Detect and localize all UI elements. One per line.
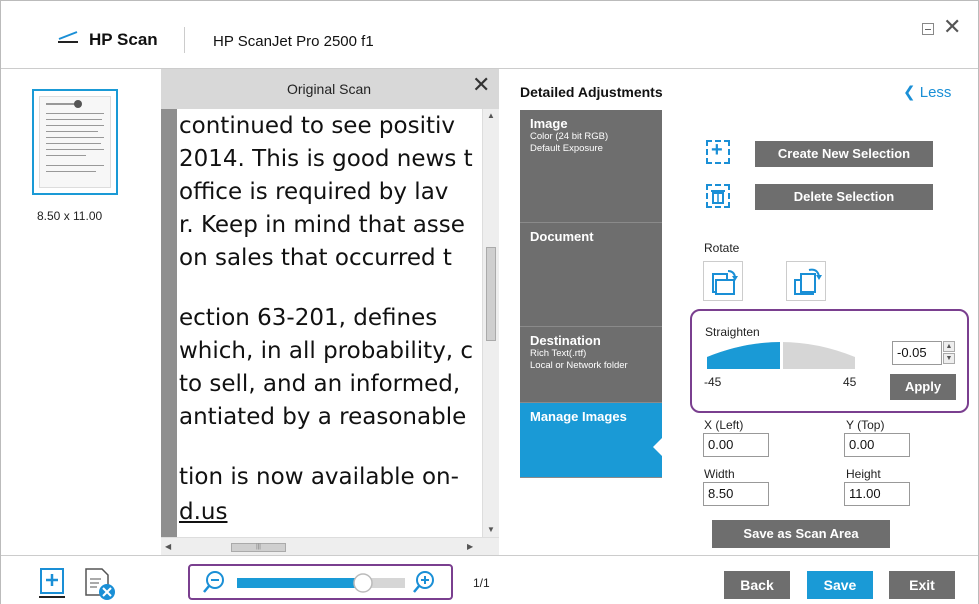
tab-image-exposure: Default Exposure (530, 143, 603, 154)
tab-image[interactable]: Image Color (24 bit RGB) Default Exposur… (520, 110, 662, 223)
scan-pane-header: Original Scan ✕ (161, 69, 499, 109)
tab-destination-location: Local or Network folder (530, 360, 628, 371)
horizontal-scroll-thumb[interactable]: ||| (231, 543, 286, 552)
tab-destination-title: Destination (530, 333, 601, 348)
delete-page-icon (85, 568, 115, 600)
save-button[interactable]: Save (807, 571, 873, 599)
straighten-value-input[interactable]: -0.05 (892, 341, 942, 365)
minimize-button[interactable] (922, 23, 934, 35)
horizontal-scrollbar[interactable]: ◀ ||| ▶ (161, 537, 499, 555)
add-page-button[interactable] (39, 567, 67, 604)
scroll-grip: ||| (256, 544, 261, 550)
straighten-increment-button[interactable]: ▲ (943, 341, 955, 352)
y-top-input[interactable]: 0.00 (844, 433, 910, 457)
scan-text-line: 2014. This is good news t (179, 146, 473, 172)
zoom-out-button[interactable] (201, 569, 227, 600)
tab-document-title: Document (530, 229, 594, 244)
save-as-scan-area-button[interactable]: Save as Scan Area (712, 520, 890, 548)
exit-button[interactable]: Exit (889, 571, 955, 599)
close-window-button[interactable]: ✕ (943, 15, 961, 39)
scan-text-line: continued to see positiv (179, 113, 455, 139)
close-preview-button[interactable]: ✕ (472, 74, 490, 96)
scan-text-line: to sell, and an informed, (179, 371, 461, 397)
less-link[interactable]: ❮ Less (903, 83, 951, 101)
width-label: Width (704, 467, 735, 481)
straighten-min-label: -45 (704, 375, 722, 389)
tab-destination-format: Rich Text(.rtf) (530, 348, 587, 359)
trash-icon (711, 190, 725, 204)
scan-text-line: which, in all probability, c (179, 338, 474, 364)
device-name: HP ScanJet Pro 2500 f1 (213, 33, 374, 50)
height-label: Height (846, 467, 881, 481)
tab-document[interactable]: Document (520, 223, 662, 327)
less-label: Less (919, 84, 952, 101)
tab-manage-images[interactable]: Manage Images (520, 403, 663, 478)
y-top-label: Y (Top) (846, 418, 885, 432)
delete-selection-button[interactable]: Delete Selection (755, 184, 933, 210)
straighten-max-label: 45 (843, 375, 857, 389)
scan-text-line: on sales that occurred t (179, 245, 452, 271)
zoom-in-button[interactable] (411, 569, 437, 600)
scan-text-line: antiated by a reasonable (179, 404, 467, 430)
straighten-handle[interactable] (780, 339, 783, 371)
zoom-knob[interactable] (353, 573, 373, 593)
straighten-decrement-button[interactable]: ▼ (943, 353, 955, 364)
chevron-left-icon: ❮ (903, 84, 916, 101)
straighten-slider[interactable] (707, 339, 855, 371)
tab-manage-images-title: Manage Images (530, 409, 627, 424)
scan-text-line: d.us (179, 499, 228, 525)
zoom-out-icon (203, 571, 224, 593)
tab-image-color-mode: Color (24 bit RGB) (530, 131, 609, 142)
rotate-left-icon (712, 270, 738, 295)
straighten-label: Straighten (705, 325, 760, 339)
app-name: HP Scan (89, 30, 158, 49)
delete-page-button[interactable] (83, 567, 117, 604)
add-page-icon (39, 568, 65, 598)
width-input[interactable]: 8.50 (703, 482, 769, 506)
title-divider (184, 27, 185, 53)
vertical-scrollbar[interactable]: ▲ ▼ (482, 109, 499, 537)
zoom-slider[interactable] (237, 573, 405, 593)
thumbnail-column: 8.50 x 11.00 (1, 69, 161, 555)
page-count: 1/1 (473, 576, 490, 590)
adjustment-tabs: Image Color (24 bit RGB) Default Exposur… (520, 110, 663, 478)
x-left-label: X (Left) (704, 418, 744, 432)
back-button[interactable]: Back (724, 571, 790, 599)
add-selection-icon[interactable]: + (706, 140, 730, 164)
zoom-fill (237, 578, 363, 588)
scan-text-line: office is required by lav (179, 179, 449, 205)
page-size-label: 8.50 x 11.00 (37, 209, 103, 223)
rotate-right-icon (794, 268, 822, 295)
apply-button[interactable]: Apply (890, 374, 956, 400)
hp-scan-window: HP Scan HP ScanJet Pro 2500 f1 ✕ 8.50 x … (0, 0, 979, 604)
adjustments-title: Detailed Adjustments (520, 84, 663, 100)
zoom-in-icon (413, 571, 434, 593)
scan-document-view[interactable]: continued to see positiv 2014. This is g… (177, 109, 482, 537)
tab-image-title: Image (530, 116, 568, 131)
create-new-selection-button[interactable]: Create New Selection (755, 141, 933, 167)
scan-text-line: ection 63-201, defines (179, 305, 438, 331)
vertical-scroll-thumb[interactable] (486, 247, 496, 341)
delete-selection-icon[interactable] (706, 184, 730, 208)
page-thumbnail[interactable] (32, 89, 118, 195)
thumbnail-page-preview (39, 96, 111, 188)
scan-pane-title: Original Scan (287, 81, 372, 97)
tab-destination[interactable]: Destination Rich Text(.rtf) Local or Net… (520, 327, 662, 403)
x-left-input[interactable]: 0.00 (703, 433, 769, 457)
rotate-left-button[interactable] (703, 261, 743, 301)
rotate-label: Rotate (704, 241, 740, 255)
height-input[interactable]: 11.00 (844, 482, 910, 506)
straighten-fill (707, 342, 781, 369)
scanner-icon (58, 31, 78, 43)
rotate-right-button[interactable] (786, 261, 826, 301)
scan-text-line: tion is now available on- (179, 464, 459, 490)
scan-text-line: r. Keep in mind that asse (179, 212, 465, 238)
title-bar: HP Scan HP ScanJet Pro 2500 f1 ✕ (1, 1, 978, 69)
original-scan-pane: Original Scan ✕ continued to see positiv… (161, 69, 499, 555)
